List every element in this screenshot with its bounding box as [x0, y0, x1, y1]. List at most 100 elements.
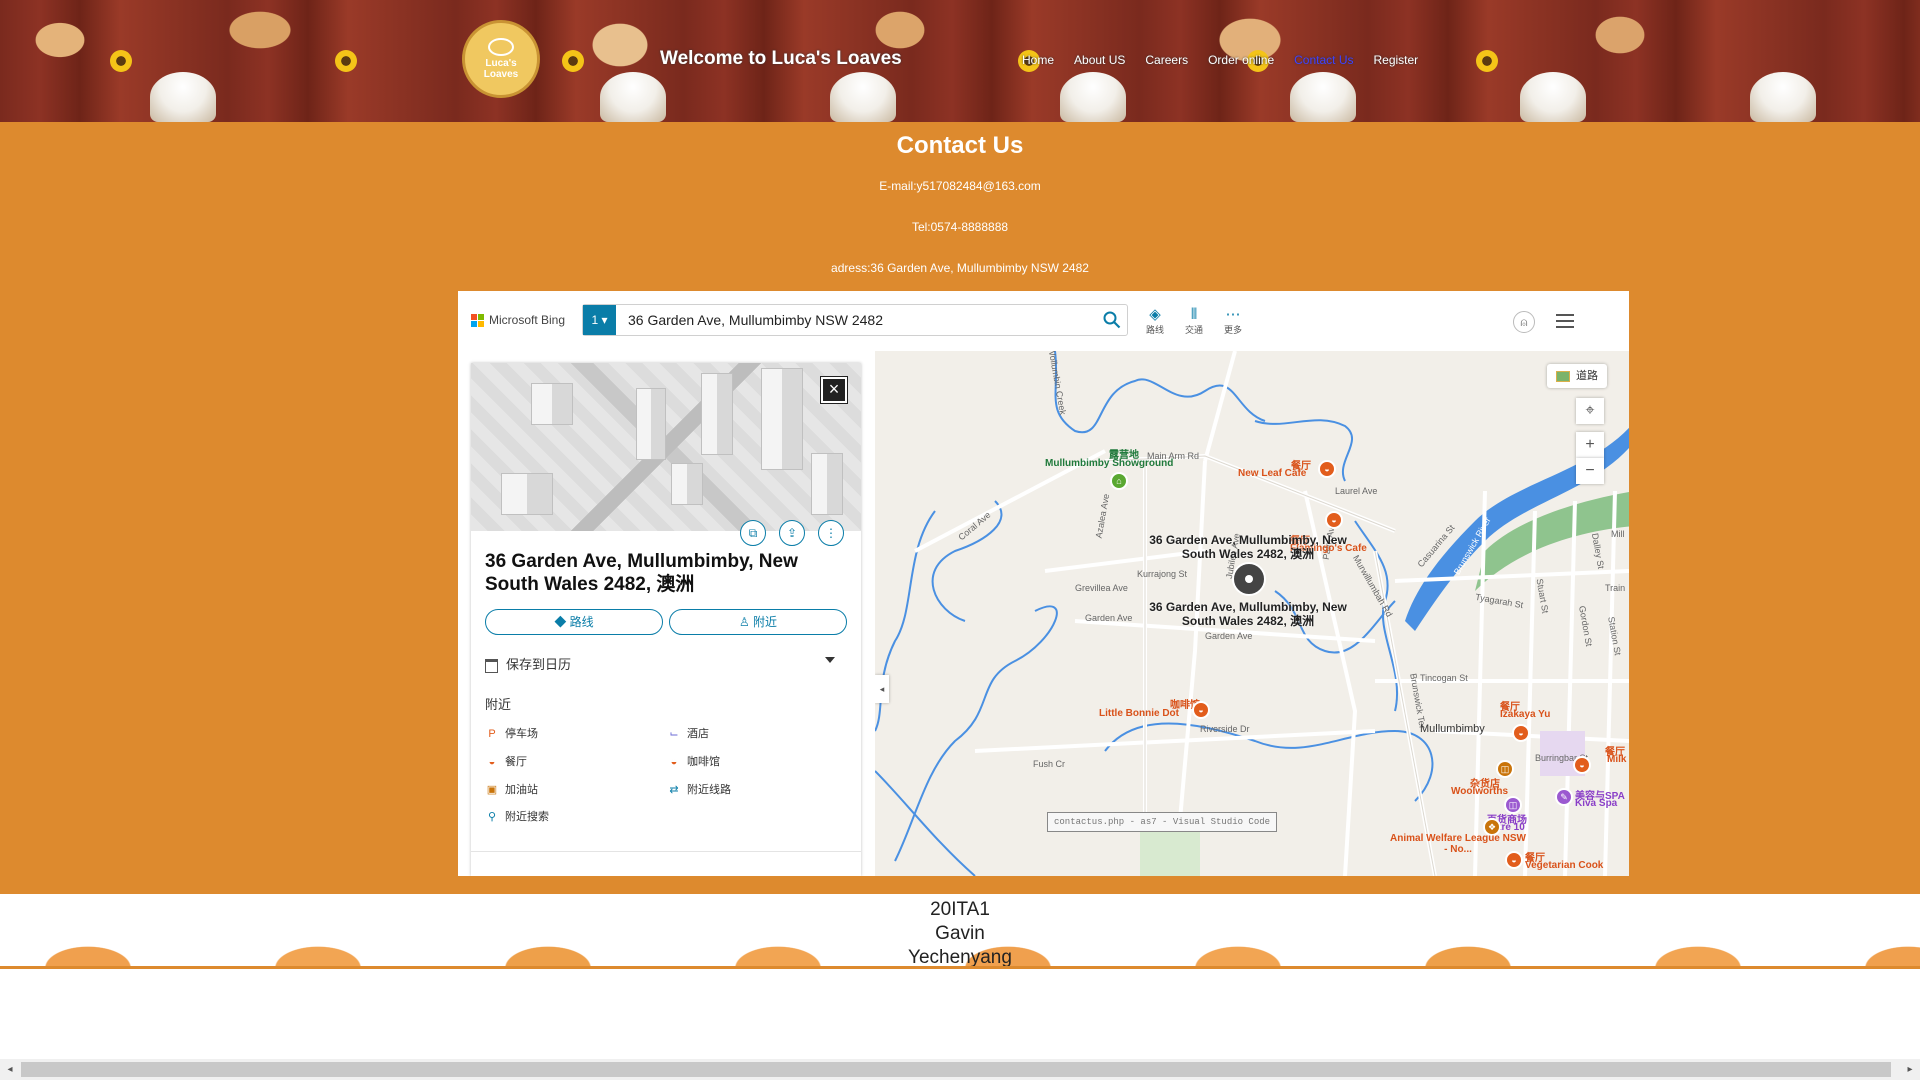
woolworths-label[interactable]: Woolworths [1451, 786, 1508, 797]
nearby-coffee[interactable]: ◒ 咖啡馆 [667, 753, 720, 769]
flour-bowl-image [1060, 72, 1126, 122]
nav-careers[interactable]: Careers [1145, 53, 1188, 67]
nearby-item-label: 酒店 [687, 728, 709, 740]
sunflower-image [335, 50, 357, 72]
bing-map-embed[interactable]: Microsoft Bing 1 ▾ ◈ 路线 ⦀ 交通 ⋯ 更多 ⍝ [458, 291, 1629, 876]
directions-button-label: 路线 [569, 615, 594, 629]
campground-label[interactable]: Mullumbimby Showground [1045, 458, 1173, 469]
nearby-button[interactable]: ♙ 附近 [669, 609, 847, 635]
izakaya-yu-label[interactable]: Izakaya Yu [1500, 709, 1550, 720]
sunflower-image [110, 50, 132, 72]
horizontal-scrollbar[interactable]: ◂ ▸ [0, 1059, 1920, 1080]
restaurant-icon[interactable]: ◒ [1573, 756, 1591, 774]
nav-register[interactable]: Register [1373, 53, 1418, 67]
sunflower-image [1476, 50, 1498, 72]
close-icon[interactable]: × [820, 376, 848, 404]
search-icon[interactable] [1103, 311, 1121, 329]
scroll-left-arrow-icon[interactable]: ◂ [0, 1059, 20, 1080]
pretzel-icon [488, 38, 514, 56]
flour-bowl-image [1520, 72, 1586, 122]
nearby-parking[interactable]: P 停车场 [485, 725, 538, 741]
map-search-input[interactable] [626, 311, 1070, 329]
gas-station-icon: ▣ [486, 784, 498, 796]
account-icon[interactable]: ⍝ [1513, 311, 1535, 333]
logo-text-line2: Loaves [483, 69, 519, 80]
contact-address: adress:36 Garden Ave, Mullumbimby NSW 24… [831, 261, 1089, 275]
nearby-search[interactable]: ⚲ 附近搜索 [485, 808, 549, 824]
collapse-panel-button[interactable]: ◂ [875, 675, 889, 703]
map-search-box: 1 ▾ [582, 304, 1128, 336]
nearby-button-label: 附近 [753, 615, 778, 629]
location-info-panel: × ⧉ ⇪ ⋮ 36 Garden Ave, Mullumbimby, New … [471, 363, 861, 876]
directions-icon: ◆ [554, 615, 567, 629]
nearby-transit[interactable]: ⇄ 附近线路 [667, 781, 731, 797]
restaurant-icon[interactable]: ◒ [1325, 511, 1343, 529]
footer-border [0, 966, 1920, 969]
directions-button[interactable]: ◆ 路线 [485, 609, 663, 635]
animal-welfare-label[interactable]: Animal Welfare League NSW - No... [1388, 833, 1528, 855]
restaurant-icon[interactable]: ◒ [1512, 724, 1530, 742]
traffic-tool-label: 交通 [1184, 325, 1203, 335]
person-icon: ♙ [738, 615, 750, 629]
little-bonnie-dot-label[interactable]: Little Bonnie Dot [1099, 708, 1179, 719]
milk-label[interactable]: Milk [1607, 754, 1626, 765]
traffic-tool[interactable]: ⦀ 交通 [1179, 307, 1209, 336]
zoom-in-button[interactable]: + [1576, 432, 1604, 458]
kiva-spa-label[interactable]: Kiva Spa [1575, 798, 1617, 809]
scroll-right-arrow-icon[interactable]: ▸ [1900, 1059, 1920, 1080]
locate-me-icon[interactable]: ⌖ [1576, 398, 1604, 424]
nearby-restaurant[interactable]: ◒ 餐厅 [485, 753, 527, 769]
street-label: Kurrajong St [1137, 569, 1188, 579]
restaurant-icon[interactable]: ◒ [1505, 851, 1523, 869]
footer-author-1: Gavin [935, 923, 985, 944]
zoom-out-button[interactable]: − [1576, 458, 1604, 484]
nearby-heading: 附近 [485, 697, 512, 712]
nav-order-online[interactable]: Order online [1208, 53, 1274, 67]
street-label: Grevillea Ave [1075, 583, 1128, 593]
bing-logo[interactable]: Microsoft Bing [471, 313, 565, 327]
chevron-down-icon[interactable] [825, 657, 835, 663]
hamburger-menu-icon[interactable] [1556, 314, 1574, 328]
footer-author-2: Yechenyang [908, 947, 1012, 968]
site-logo[interactable]: Luca's Loaves [462, 20, 540, 98]
nearby-hotel[interactable]: ⌙ 酒店 [667, 725, 709, 741]
more-tool[interactable]: ⋯ 更多 [1218, 307, 1248, 336]
search-scope-dropdown[interactable]: 1 ▾ [583, 305, 616, 335]
vegetarian-cook-label[interactable]: Vegetarian Cook [1525, 860, 1603, 871]
directions-tool-label: 路线 [1145, 325, 1164, 335]
map-layer-icon [1556, 370, 1570, 382]
location-pin-icon[interactable] [1232, 562, 1266, 596]
traffic-icon: ⦀ [1190, 306, 1198, 323]
scrollbar-thumb[interactable] [21, 1062, 1891, 1077]
site-header: Luca's Loaves Welcome to Luca's Loaves H… [0, 0, 1920, 122]
flour-bowl-image [830, 72, 896, 122]
nav-about-us[interactable]: About US [1074, 53, 1125, 67]
nearby-gas-station[interactable]: ▣ 加油站 [485, 781, 538, 797]
contact-phone: Tel:0574-8888888 [911, 220, 1009, 234]
coffee-icon[interactable]: ◒ [1192, 701, 1210, 719]
bing-toolbar: Microsoft Bing 1 ▾ ◈ 路线 ⦀ 交通 ⋯ 更多 ⍝ [458, 291, 1629, 351]
flour-bowl-image [600, 72, 666, 122]
nav-home[interactable]: Home [1022, 53, 1054, 67]
sunflower-image [562, 50, 584, 72]
save-to-calendar-row[interactable]: 保存到日历 [485, 654, 847, 674]
spa-icon[interactable]: ✎ [1555, 788, 1573, 806]
more-options-icon[interactable]: ⋮ [818, 520, 844, 546]
new-leaf-cafe-label[interactable]: New Leaf Cafe [1238, 468, 1306, 479]
more-tool-label: 更多 [1223, 325, 1242, 335]
street-label: Garden Ave [1085, 613, 1133, 623]
microsoft-logo-icon [471, 313, 484, 327]
map-style-road-button[interactable]: 道路 [1547, 364, 1607, 388]
collection-icon[interactable]: ⧉ [740, 520, 766, 546]
restaurant-icon[interactable]: ◒ [1318, 460, 1336, 478]
street-label: Fush Cr [1033, 759, 1066, 769]
share-icon[interactable]: ⇪ [779, 520, 805, 546]
page-title: Contact Us [896, 132, 1024, 159]
campground-icon[interactable]: ⌂ [1110, 472, 1128, 490]
directions-tool[interactable]: ◈ 路线 [1140, 307, 1170, 336]
map-canvas[interactable]: Main Arm Rd Laurel Ave Coral Ave Kurrajo… [875, 351, 1629, 876]
nav-contact-us[interactable]: Contact Us [1294, 53, 1353, 67]
main-nav: Home About US Careers Order online Conta… [1022, 53, 1438, 67]
divider [471, 851, 861, 852]
flour-bowl-image [1750, 72, 1816, 122]
